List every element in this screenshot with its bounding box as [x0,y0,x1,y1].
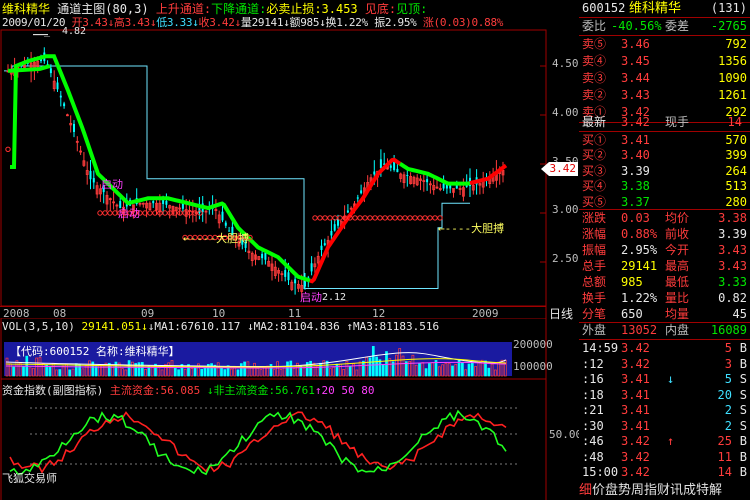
y-tick-450: 4.50 [552,57,579,70]
signal-dadanbo-1: ←----大胆搏 [183,232,250,245]
bottom-tabs[interactable]: 细价盘势周指财讯成特解 [579,482,750,500]
tick-row-4: :18 3.41 20 S [582,387,747,402]
quote-name: 维科精华 [629,1,682,16]
sell-level-3: 卖③ 3.44 1090 [582,71,747,85]
outer-inner-row: 外盘 13052 内盘 16089 [582,323,747,337]
sell-level-5: 卖⑤ 3.46 792 [582,37,747,51]
peak-price-label: 4.82 [62,26,87,37]
stat-row-5: 总额 985 最低 3.33 [582,275,747,289]
stat-row-4: 总手 29141 最高 3.43 [582,259,747,273]
sell-level-4: 卖④ 3.45 1356 [582,54,747,68]
tick-row-1: 14:59 3.42 5 B [582,341,747,355]
tick-row-7: :46 3.42 ↑ 25 B [582,434,747,448]
low-price-label: 2.12 [322,292,347,303]
stat-row-7: 分笔 650 均量 45 [582,307,747,321]
tick-row-6: :30 3.41 2 S [582,418,747,433]
tick-row-5: :21 3.41 2 S [582,403,747,417]
stat-row-2: 涨幅 0.88% 前收 3.39 [582,227,747,241]
fund-tick-50: 50.00 [549,428,583,441]
quote-panel: 600152 维科精华 (131) 委比 -40.56% 委差 -2765 卖⑤… [579,0,750,500]
software-brand: 飞狐交易师 [2,472,57,485]
bottom-tabs-rest[interactable]: 价盘势周指财讯成特解 [592,483,722,498]
main-chart-panel[interactable]: 维科精华 通道主图(80,3) 上升通道:下降通道:必卖止损:3.453 见底:… [0,0,579,321]
quote-title: 600152 维科精华 (131) [579,0,750,17]
order-ratio-row: 委比 -40.56% 委差 -2765 [582,19,747,33]
signal-qidong-3: 启动 [300,291,322,304]
price-chart[interactable] [0,0,579,318]
tick-row-8: :48 3.42 11 B [582,449,747,464]
y-tick-250: 2.50 [552,252,579,265]
vol-overlay-label: 【代码:600152 名称:维科精华】 [10,345,180,358]
last-price-row: 最新 3.42 现手 14 [582,115,742,129]
tick-row-3: :16 3.41 ↓ 5 S [582,372,747,386]
signal-qidong-1: 启动 [101,178,123,191]
stat-row-6: 换手 1.22% 量比 0.82 [582,291,747,305]
signal-qidong-2: 启动 [118,207,140,220]
vol-tick-200000: 200000 [513,338,553,351]
tick-row-9: 15:00 3.42 14 B [582,465,747,479]
stat-row-1: 涨跌 0.03 均价 3.38 [582,211,747,225]
sell-level-2: 卖② 3.43 1261 [582,88,747,102]
fund-index-chart [0,380,547,500]
vol-tick-100000: 100000 [513,360,553,373]
y-tick-400: 4.00 [552,106,579,119]
signal-dadanbo-2: ←----大胆搏 [438,222,505,235]
tab-detail[interactable]: 细 [579,483,592,498]
stat-row-3: 振幅 2.95% 今开 3.43 [582,243,747,257]
volume-chart-panel[interactable]: VOL(3,5,10) 29141.051↓↓MA1:67610.117 ↓MA… [0,318,579,380]
y-tick-300: 3.00 [552,203,579,216]
quote-code-count: (131) [710,1,747,15]
tick-row-2: :12 3.42 3 B [582,356,747,371]
fund-index-panel[interactable]: 资金指数(副图指标) 主流资金:56.085 ↓非主流资金:56.761↑20 … [0,380,583,500]
quote-code: 600152 [582,1,626,15]
